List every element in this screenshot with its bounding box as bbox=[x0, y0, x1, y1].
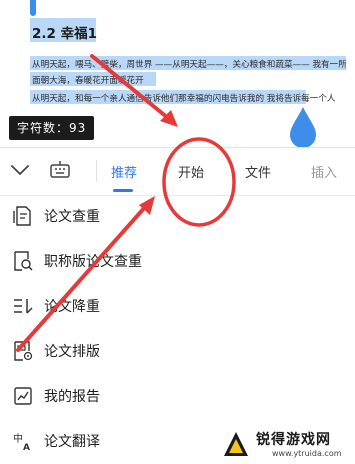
watermark-url: www.ytruida.com bbox=[272, 449, 342, 458]
layout-document-icon bbox=[14, 341, 33, 361]
document-line: 面朝大海，春暖花开面暖花开 bbox=[32, 76, 144, 86]
menu-item-label: 论文查重 bbox=[44, 209, 100, 225]
document-check-icon bbox=[13, 206, 31, 226]
menu-item-paper-check[interactable]: 论文查重 bbox=[0, 194, 355, 239]
active-tab-indicator bbox=[113, 189, 133, 192]
menu-item-label: 论文降重 bbox=[44, 299, 100, 315]
reduce-lines-icon bbox=[14, 299, 33, 314]
document-heading: 2.2 幸福1 bbox=[32, 26, 98, 42]
document-line: 从明天起，和每一个亲人通信告诉他们那幸福的闪电告诉我的 我将告诉每一个人 bbox=[32, 94, 336, 104]
bottom-toolbar: 推荐 开始 文件 插入 bbox=[0, 147, 355, 196]
menu-item-professional-check[interactable]: 职称版论文查重 bbox=[0, 239, 355, 284]
magnifier-document-icon bbox=[14, 251, 33, 271]
chevron-down-icon[interactable] bbox=[8, 158, 32, 182]
menu-item-label: 论文翻译 bbox=[44, 434, 100, 450]
tab-start[interactable]: 开始 bbox=[178, 162, 204, 181]
selection-start-handle[interactable] bbox=[30, 0, 36, 16]
tab-insert[interactable]: 插入 bbox=[311, 162, 337, 181]
menu-item-paper-layout[interactable]: 论文排版 bbox=[0, 329, 355, 374]
char-count-badge: 字符数：93 bbox=[9, 116, 95, 140]
document-line: 从明天起，喂马、劈柴，周世界 ——从明天起——，关心粮食和蔬菜—— 我有一所 bbox=[32, 60, 347, 70]
tab-recommend[interactable]: 推荐 bbox=[111, 162, 137, 181]
watermark-logo bbox=[224, 432, 248, 456]
keyboard-icon[interactable] bbox=[48, 158, 72, 182]
translate-icon: 中 A bbox=[13, 432, 30, 452]
document-area[interactable]: 2.2 幸福1 从明天起，喂马、劈柴，周世界 ——从明天起——，关心粮食和蔬菜—… bbox=[0, 0, 355, 147]
menu-item-label: 职称版论文查重 bbox=[44, 254, 142, 270]
menu-item-label: 我的报告 bbox=[44, 389, 100, 405]
site-watermark: 锐得游戏网 www.ytruida.com bbox=[222, 428, 352, 462]
watermark-name: 锐得游戏网 bbox=[256, 432, 331, 448]
menu-item-my-report[interactable]: 我的报告 bbox=[0, 374, 355, 419]
feature-menu: 论文查重 职称版论文查重 论文降重 论文排版 我的报告 中 A 论文翻译 bbox=[0, 194, 355, 464]
tab-file[interactable]: 文件 bbox=[245, 162, 271, 181]
svg-text:中: 中 bbox=[13, 432, 23, 445]
selection-end-handle[interactable] bbox=[288, 105, 318, 147]
svg-text:A: A bbox=[23, 443, 30, 452]
toolbar-divider bbox=[96, 160, 97, 182]
report-chart-icon bbox=[14, 387, 32, 405]
menu-item-paper-reduce[interactable]: 论文降重 bbox=[0, 284, 355, 329]
menu-item-label: 论文排版 bbox=[44, 344, 100, 360]
